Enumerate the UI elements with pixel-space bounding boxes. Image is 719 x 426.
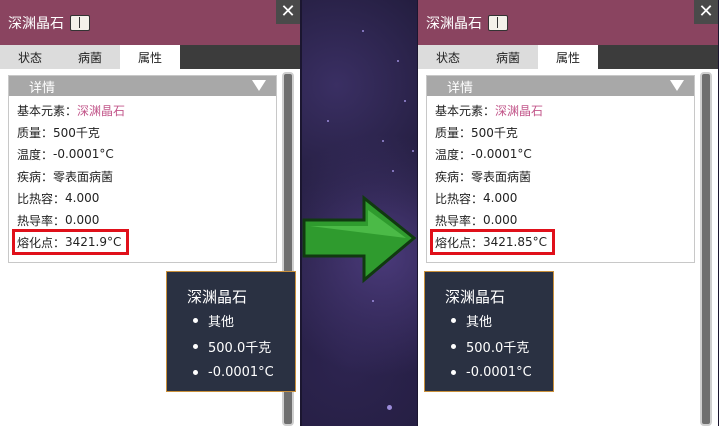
- property-row-specific-heat: 比热容： 4.000: [435, 187, 694, 209]
- panel-titlebar: 深渊晶石 ✕: [0, 0, 300, 45]
- property-label: 热导率：: [435, 213, 484, 228]
- property-label: 比热容：: [435, 191, 484, 206]
- property-value: 零表面病菌: [53, 169, 114, 184]
- tooltip-item: -0.0001°C: [451, 359, 553, 385]
- tab-properties[interactable]: 属性: [120, 45, 180, 69]
- property-row-specific-heat: 比热容： 4.000: [17, 187, 276, 209]
- element-link[interactable]: 深渊晶石: [77, 102, 125, 119]
- details-header[interactable]: 详情: [9, 76, 276, 96]
- tooltip-item: -0.0001°C: [193, 359, 295, 385]
- close-icon[interactable]: ✕: [694, 0, 718, 24]
- property-value: -0.0001°C: [471, 147, 532, 161]
- property-value: 3421.85°C: [483, 235, 548, 249]
- property-value: 3421.9°C: [65, 235, 122, 249]
- triangle-down-icon[interactable]: [670, 80, 684, 91]
- tooltip-item-text: -0.0001°C: [466, 364, 532, 380]
- property-row-mass: 质量： 500千克: [17, 121, 276, 143]
- property-label: 熔化点：: [435, 235, 484, 250]
- element-panel-left: 深渊晶石 ✕ 状态 病菌 属性 详情 基本元素： 深渊晶石 质量： 500千克 温度…: [0, 0, 300, 426]
- property-label: 温度：: [435, 147, 472, 162]
- property-label: 疾病：: [17, 169, 54, 184]
- details-title: 详情: [29, 80, 56, 96]
- property-label: 热导率：: [17, 213, 66, 228]
- property-value: 0.000: [65, 213, 100, 227]
- triangle-down-icon[interactable]: [252, 80, 266, 91]
- tooltip-item-text: 其他: [466, 314, 493, 330]
- tab-germs[interactable]: 病菌: [478, 45, 538, 69]
- property-row-element: 基本元素： 深渊晶石: [17, 99, 276, 121]
- details-section: 详情 基本元素： 深渊晶石 质量： 500千克 温度： -0.0001°C 疾病： 零表…: [8, 75, 277, 263]
- tab-germs[interactable]: 病菌: [60, 45, 120, 69]
- panel-title: 深渊晶石: [8, 15, 64, 32]
- bullet-icon: [193, 369, 198, 375]
- book-icon[interactable]: [488, 14, 508, 31]
- element-link[interactable]: 深渊晶石: [495, 102, 543, 119]
- property-value: 4.000: [483, 191, 518, 205]
- bullet-icon: [451, 317, 456, 323]
- property-row-melting-point: 熔化点： 3421.9°C: [11, 229, 130, 255]
- tooltip-title: 深渊晶石: [445, 288, 506, 306]
- close-icon[interactable]: ✕: [276, 0, 300, 24]
- bullet-icon: [193, 343, 198, 349]
- property-label: 温度：: [17, 147, 54, 162]
- tooltip-item-text: 500.0千克: [466, 340, 530, 356]
- tooltip-item-text: -0.0001°C: [208, 364, 274, 380]
- property-label: 比热容：: [17, 191, 66, 206]
- property-value: -0.0001°C: [53, 147, 114, 161]
- property-row-disease: 疾病： 零表面病菌: [435, 165, 694, 187]
- property-label: 质量：: [17, 125, 54, 140]
- property-value: 0.000: [483, 213, 518, 227]
- panel-titlebar: 深渊晶石 ✕: [418, 0, 718, 45]
- hover-tooltip: 深渊晶石 其他 500.0千克 -0.0001°C: [166, 271, 296, 392]
- details-section: 详情 基本元素： 深渊晶石 质量： 500千克 温度： -0.0001°C 疾病： 零表…: [426, 75, 695, 263]
- property-row-element: 基本元素： 深渊晶石: [435, 99, 694, 121]
- property-row-thermal-conductivity: 热导率： 0.000: [435, 209, 694, 231]
- tooltip-item-text: 500.0千克: [208, 340, 272, 356]
- tab-status[interactable]: 状态: [0, 45, 60, 69]
- panel-title: 深渊晶石: [426, 15, 482, 32]
- property-row-temperature: 温度： -0.0001°C: [17, 143, 276, 165]
- property-value: 4.000: [65, 191, 100, 205]
- bullet-icon: [451, 343, 456, 349]
- property-row-mass: 质量： 500千克: [435, 121, 694, 143]
- tooltip-item: 500.0千克: [193, 333, 295, 359]
- details-header[interactable]: 详情: [427, 76, 694, 96]
- property-label: 基本元素：: [435, 103, 496, 118]
- tooltip-title: 深渊晶石: [187, 288, 248, 306]
- property-row-thermal-conductivity: 热导率： 0.000: [17, 209, 276, 231]
- property-label: 质量：: [435, 125, 472, 140]
- property-row-disease: 疾病： 零表面病菌: [17, 165, 276, 187]
- tooltip-item: 其他: [193, 307, 295, 333]
- tooltip-item: 500.0千克: [451, 333, 553, 359]
- property-label: 疾病：: [435, 169, 472, 184]
- hover-tooltip: 深渊晶石 其他 500.0千克 -0.0001°C: [424, 271, 554, 392]
- details-title: 详情: [447, 80, 474, 96]
- bullet-icon: [193, 317, 198, 323]
- tab-status[interactable]: 状态: [418, 45, 478, 69]
- right-arrow-icon: [302, 194, 417, 284]
- bullet-icon: [451, 369, 456, 375]
- property-row-temperature: 温度： -0.0001°C: [435, 143, 694, 165]
- property-row-melting-point: 熔化点： 3421.85°C: [429, 229, 556, 255]
- tab-properties[interactable]: 属性: [538, 45, 598, 69]
- element-panel-right: 深渊晶石 ✕ 状态 病菌 属性 详情 基本元素： 深渊晶石 质量： 500千克 温度…: [418, 0, 718, 426]
- tooltip-item-text: 其他: [208, 314, 235, 330]
- property-label: 基本元素：: [17, 103, 78, 118]
- property-value: 500千克: [471, 125, 518, 140]
- property-label: 熔化点：: [17, 235, 66, 250]
- property-value: 零表面病菌: [471, 169, 532, 184]
- scrollbar[interactable]: [700, 72, 712, 426]
- property-value: 500千克: [53, 125, 100, 140]
- tooltip-item: 其他: [451, 307, 553, 333]
- book-icon[interactable]: [70, 14, 90, 31]
- tab-bar: 状态 病菌 属性: [418, 45, 718, 69]
- tab-bar: 状态 病菌 属性: [0, 45, 300, 69]
